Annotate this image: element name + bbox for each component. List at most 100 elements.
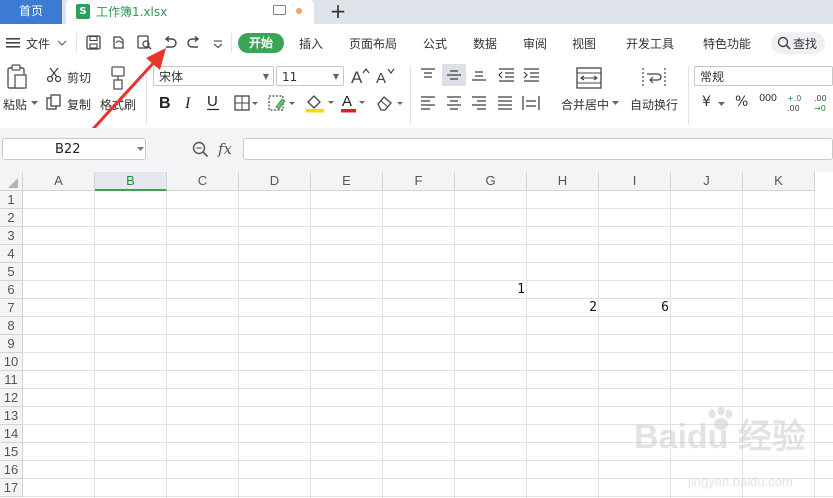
- cell-G6[interactable]: 1: [455, 281, 525, 299]
- fill-color-icon[interactable]: [305, 93, 335, 113]
- zoom-icon[interactable]: [192, 141, 209, 158]
- row-header-4[interactable]: 4: [0, 245, 23, 263]
- menu-start[interactable]: 开始: [238, 33, 284, 53]
- wrap-text-icon[interactable]: [642, 67, 666, 89]
- column-header-A[interactable]: A: [23, 172, 95, 191]
- column-header-I[interactable]: I: [599, 172, 671, 191]
- merge-center-icon[interactable]: [576, 67, 602, 89]
- row-header-13[interactable]: 13: [0, 407, 23, 425]
- fx-button[interactable]: fx: [218, 140, 232, 158]
- align-right-icon[interactable]: [471, 96, 487, 110]
- row-header-12[interactable]: 12: [0, 389, 23, 407]
- row-header-11[interactable]: 11: [0, 371, 23, 389]
- svg-text:A: A: [342, 93, 352, 110]
- select-all-corner[interactable]: [0, 172, 23, 191]
- increase-font-icon[interactable]: A: [351, 67, 371, 85]
- menu-special[interactable]: 特色功能: [703, 35, 751, 52]
- gridline-horizontal: [23, 280, 833, 281]
- row-header-1[interactable]: 1: [0, 191, 23, 209]
- chevron-down-icon: ▼: [262, 72, 269, 81]
- wrap-text-button[interactable]: 自动换行: [630, 96, 678, 113]
- column-header-G[interactable]: G: [455, 172, 527, 191]
- column-header-F[interactable]: F: [383, 172, 455, 191]
- font-color-icon[interactable]: A: [340, 93, 366, 113]
- decrease-decimal-icon[interactable]: .00→0: [813, 93, 833, 113]
- increase-indent-icon[interactable]: [523, 68, 540, 82]
- column-header-D[interactable]: D: [239, 172, 311, 191]
- formula-input[interactable]: [243, 138, 833, 160]
- gridline-horizontal: [23, 352, 833, 353]
- paste-button[interactable]: 粘贴: [3, 96, 27, 113]
- gridline-vertical: [598, 191, 599, 498]
- copy-icon[interactable]: [46, 94, 62, 110]
- row-header-10[interactable]: 10: [0, 353, 23, 371]
- column-header-J[interactable]: J: [671, 172, 743, 191]
- menu-view[interactable]: 视图: [572, 35, 596, 52]
- row-header-9[interactable]: 9: [0, 335, 23, 353]
- row-header-3[interactable]: 3: [0, 227, 23, 245]
- column-header-E[interactable]: E: [311, 172, 383, 191]
- menu-page-layout[interactable]: 页面布局: [349, 35, 397, 52]
- clear-format-icon[interactable]: [376, 94, 404, 112]
- italic-icon[interactable]: I: [183, 94, 195, 110]
- currency-button[interactable]: ¥: [702, 94, 711, 110]
- cell-H7[interactable]: 2: [527, 299, 597, 317]
- row-header-5[interactable]: 5: [0, 263, 23, 281]
- tab-home[interactable]: 首页: [0, 0, 62, 24]
- font-size-select[interactable]: 11 ▼: [276, 66, 344, 86]
- tab-workbook[interactable]: S 工作簿1.xlsx: [66, 0, 314, 24]
- menu-insert[interactable]: 插入: [299, 35, 323, 52]
- decrease-font-icon[interactable]: A: [376, 67, 396, 85]
- justify-icon[interactable]: [497, 96, 513, 110]
- row-header-16[interactable]: 16: [0, 461, 23, 479]
- align-bottom-icon[interactable]: [471, 68, 487, 82]
- chevron-down-icon[interactable]: [137, 147, 144, 152]
- align-middle-button[interactable]: [442, 64, 466, 86]
- menu-file[interactable]: 文件: [26, 35, 50, 52]
- increase-decimal-icon[interactable]: +.0.00: [786, 93, 804, 113]
- gridline-horizontal: [23, 334, 833, 335]
- menu-formulas[interactable]: 公式: [423, 35, 447, 52]
- number-format-select[interactable]: 常规: [694, 66, 833, 86]
- menu-data[interactable]: 数据: [473, 35, 497, 52]
- underline-icon[interactable]: U: [206, 93, 221, 111]
- search-button[interactable]: 查找: [771, 32, 825, 54]
- merge-center-button[interactable]: 合并居中: [561, 96, 609, 113]
- customize-toolbar-icon[interactable]: [213, 40, 223, 48]
- chevron-down-icon[interactable]: [57, 40, 67, 46]
- new-tab-button[interactable]: +: [326, 0, 350, 24]
- menu-developer[interactable]: 开发工具: [626, 35, 674, 52]
- align-left-icon[interactable]: [420, 96, 436, 110]
- percent-button[interactable]: %: [735, 94, 748, 110]
- paste-dropdown-icon[interactable]: [31, 101, 38, 106]
- hamburger-icon[interactable]: [6, 38, 20, 48]
- column-header-K[interactable]: K: [743, 172, 815, 191]
- decrease-indent-icon[interactable]: [498, 68, 515, 82]
- column-header-B[interactable]: B: [95, 172, 167, 191]
- row-header-6[interactable]: 6: [0, 281, 23, 299]
- redo-icon[interactable]: [187, 36, 201, 49]
- paste-icon[interactable]: [6, 64, 28, 90]
- column-header-C[interactable]: C: [167, 172, 239, 191]
- row-header-15[interactable]: 15: [0, 443, 23, 461]
- svg-text:A: A: [376, 70, 386, 85]
- column-header-H[interactable]: H: [527, 172, 599, 191]
- thousands-separator-button[interactable]: 000: [759, 93, 777, 104]
- row-header-8[interactable]: 8: [0, 317, 23, 335]
- cell-I7[interactable]: 6: [599, 299, 669, 317]
- row-header-7[interactable]: 7: [0, 299, 23, 317]
- cell-style-icon[interactable]: [268, 95, 296, 111]
- menu-review[interactable]: 审阅: [523, 35, 547, 52]
- align-center-icon[interactable]: [446, 96, 462, 110]
- row-header-17[interactable]: 17: [0, 479, 23, 497]
- monitor-icon[interactable]: [273, 5, 286, 15]
- row-header-14[interactable]: 14: [0, 425, 23, 443]
- merge-dropdown-icon[interactable]: [612, 101, 619, 106]
- currency-dropdown-icon[interactable]: [718, 102, 725, 107]
- name-box[interactable]: B22: [2, 138, 146, 160]
- row-header-2[interactable]: 2: [0, 209, 23, 227]
- distributed-align-icon[interactable]: [522, 95, 540, 111]
- align-top-icon[interactable]: [420, 68, 436, 82]
- scissors-icon[interactable]: [46, 67, 62, 83]
- borders-icon[interactable]: [234, 95, 258, 111]
